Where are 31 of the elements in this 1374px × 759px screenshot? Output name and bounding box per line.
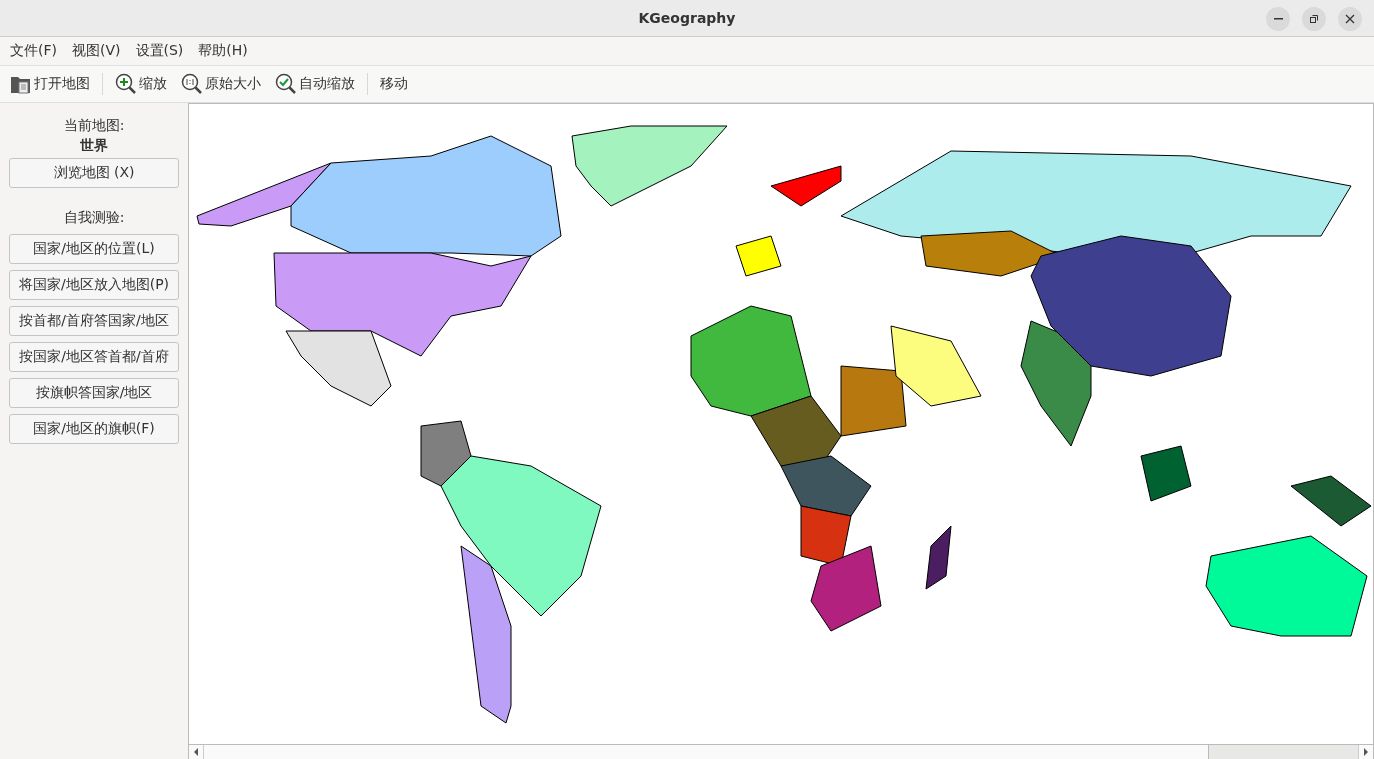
restore-button[interactable]: [1302, 7, 1326, 31]
zoom-in-icon: [115, 73, 137, 95]
toolbar-button[interactable]: 缩放: [111, 73, 171, 95]
menu-item[interactable]: 帮助(H): [198, 42, 248, 60]
close-icon: [1345, 14, 1355, 24]
horizontal-scrollbar[interactable]: [189, 744, 1373, 759]
toolbar-button[interactable]: 原始大小: [177, 73, 265, 95]
menu-item[interactable]: 文件(F): [10, 42, 57, 60]
toolbar-button[interactable]: 自动缩放: [271, 73, 359, 95]
current-map-label: 当前地图:: [62, 116, 126, 135]
browse-map-button[interactable]: 浏览地图 (X): [9, 158, 179, 188]
quiz-button[interactable]: 按旗帜答国家/地区: [9, 378, 179, 408]
quiz-button[interactable]: 按首都/首府答国家/地区: [9, 306, 179, 336]
menu-item[interactable]: 视图(V): [72, 42, 121, 60]
zoom-original-icon: [181, 73, 203, 95]
quiz-button[interactable]: 将国家/地区放入地图(P): [9, 270, 179, 300]
quiz-label: 自我测验:: [62, 208, 126, 227]
current-map-name: 世界: [79, 136, 109, 155]
quiz-button[interactable]: 按国家/地区答首都/首府: [9, 342, 179, 372]
window-title: KGeography: [638, 10, 736, 26]
zoom-check-icon: [275, 73, 297, 95]
restore-icon: [1309, 14, 1319, 24]
minimize-button[interactable]: [1266, 7, 1290, 31]
menu-item[interactable]: 设置(S): [135, 42, 184, 60]
toolbar-button[interactable]: 打开地图: [6, 73, 94, 95]
close-button[interactable]: [1338, 7, 1362, 31]
minimize-icon: [1273, 18, 1283, 20]
quiz-button[interactable]: 国家/地区的旗帜(F): [9, 414, 179, 444]
toolbar-button[interactable]: 移动: [376, 75, 412, 93]
scrollbar-thumb[interactable]: [1208, 745, 1358, 759]
quiz-button[interactable]: 国家/地区的位置(L): [9, 234, 179, 264]
